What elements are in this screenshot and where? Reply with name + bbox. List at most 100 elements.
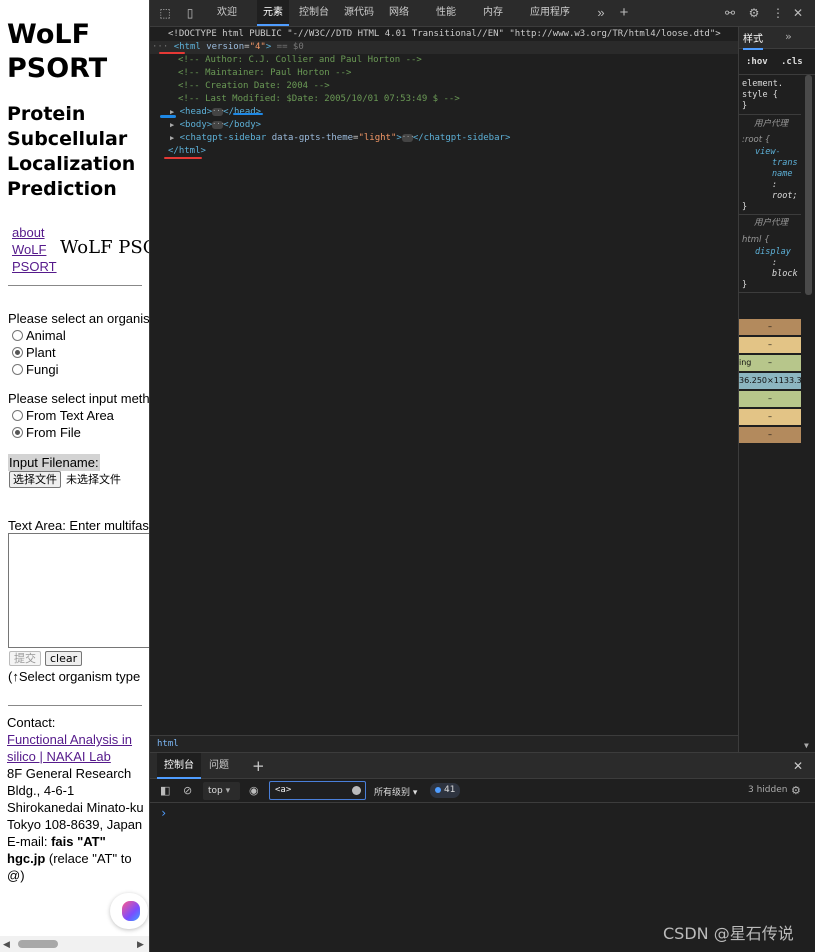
drawer-tab-issues[interactable]: 问题 xyxy=(209,753,229,779)
scrollbar-thumb[interactable] xyxy=(18,940,58,948)
body-node[interactable]: ▶ <body>···</body> xyxy=(170,119,261,132)
ai-assistant-button[interactable] xyxy=(110,893,148,929)
levels-label: 所有级别 xyxy=(374,788,411,798)
clear-filter-icon[interactable] xyxy=(352,786,361,795)
box-model-border[interactable]: – xyxy=(739,409,801,425)
css-value[interactable]: root; xyxy=(772,191,798,202)
context-value: top xyxy=(208,786,223,796)
expand-triangle-icon[interactable]: ▶ xyxy=(170,134,174,142)
radio-button[interactable] xyxy=(12,364,23,375)
console-prompt[interactable]: › xyxy=(160,806,167,820)
tab-welcome[interactable]: 欢迎 xyxy=(217,0,237,26)
console-output[interactable]: › CSDN @星石传说 xyxy=(150,803,815,952)
hover-state-toggle[interactable]: :hov xyxy=(746,57,768,67)
box-model-margin[interactable]: – xyxy=(739,427,801,443)
expand-triangle-icon[interactable]: ▶ xyxy=(170,121,174,129)
close-devtools-icon[interactable]: ✕ xyxy=(791,6,805,20)
more-options-icon[interactable]: ⋮ xyxy=(771,6,785,20)
class-toggle[interactable]: .cls xyxy=(781,57,803,67)
issues-badge[interactable]: 41 xyxy=(430,783,461,798)
sidebar-tag: <chatgpt-sidebar xyxy=(179,133,267,143)
collapsed-content-icon[interactable]: ··· xyxy=(212,120,225,129)
about-link-line[interactable]: about xyxy=(12,224,57,241)
drawer-tab-console[interactable]: 控制台 xyxy=(157,753,201,779)
box-model-padding[interactable]: ing – xyxy=(739,355,801,371)
sidebar-toggle-icon[interactable]: ◧ xyxy=(160,785,170,797)
radio-button-checked[interactable] xyxy=(12,427,23,438)
inspect-element-icon[interactable]: ⬚ xyxy=(158,6,172,20)
choose-file-button[interactable]: 选择文件 xyxy=(9,471,61,488)
radio-from-file[interactable]: From File xyxy=(12,424,81,441)
lab-link[interactable]: Functional Analysis in silico | NAKAI La… xyxy=(7,731,147,765)
sequence-textarea[interactable] xyxy=(8,533,149,648)
close-drawer-icon[interactable]: ✕ xyxy=(793,753,803,779)
about-link-line[interactable]: PSORT xyxy=(12,258,57,275)
comment-node[interactable]: <!-- Author: C.J. Collier and Paul Horto… xyxy=(178,54,422,67)
css-property[interactable]: trans xyxy=(772,158,798,169)
add-tab-icon[interactable]: + xyxy=(617,5,631,20)
about-link[interactable]: about WoLF PSORT xyxy=(12,224,57,275)
breadcrumb-item[interactable]: html xyxy=(157,739,179,749)
submit-button[interactable]: 提交 xyxy=(9,651,41,666)
doctype-text: <!DOCTYPE html PUBLIC "-//W3C//DTD HTML … xyxy=(168,29,721,39)
tab-network[interactable]: 网络 xyxy=(389,0,409,26)
styles-scrollbar[interactable]: ▼ xyxy=(801,75,815,752)
box-model-padding[interactable]: – xyxy=(739,391,801,407)
radio-button[interactable] xyxy=(12,330,23,341)
tab-performance[interactable]: 性能 xyxy=(436,0,456,26)
console-filter-input[interactable]: <a> xyxy=(269,781,366,800)
tab-elements[interactable]: 元素 xyxy=(257,0,289,26)
css-property[interactable]: name xyxy=(772,169,792,180)
tab-memory[interactable]: 内存 xyxy=(483,0,503,26)
tab-console[interactable]: 控制台 xyxy=(299,0,329,26)
connection-icon[interactable]: ⚯ xyxy=(723,6,737,20)
radio-button-checked[interactable] xyxy=(12,347,23,358)
radio-animal[interactable]: Animal xyxy=(12,327,66,344)
add-drawer-tab-icon[interactable]: + xyxy=(252,753,265,779)
context-selector[interactable]: top ▾ xyxy=(203,782,240,800)
radio-from-text-area[interactable]: From Text Area xyxy=(12,407,114,424)
radio-plant[interactable]: Plant xyxy=(12,344,56,361)
more-tabs-icon[interactable]: » xyxy=(785,30,792,43)
input-filename-label: Input Filename: xyxy=(8,454,100,471)
filter-value: <a> xyxy=(275,785,292,795)
subtitle-line: Protein xyxy=(7,103,86,125)
doctype-node[interactable]: <!DOCTYPE html PUBLIC "-//W3C//DTD HTML … xyxy=(168,28,721,41)
tab-sources[interactable]: 源代码 xyxy=(344,0,374,26)
scroll-down-icon[interactable]: ▼ xyxy=(804,741,809,750)
collapsed-content-icon[interactable]: ··· xyxy=(212,107,225,116)
radio-fungi[interactable]: Fungi xyxy=(12,361,59,378)
collapsed-content-icon[interactable]: ··· xyxy=(401,133,414,142)
radio-button[interactable] xyxy=(12,410,23,421)
css-property[interactable]: display xyxy=(755,247,791,258)
comment-node[interactable]: <!-- Creation Date: 2004 --> xyxy=(178,80,330,93)
box-model-margin[interactable]: – xyxy=(739,319,801,335)
more-tabs-icon[interactable]: » xyxy=(594,6,608,20)
about-link-line[interactable]: WoLF xyxy=(12,241,57,258)
box-model-content[interactable]: 36.250×1133.30 xyxy=(739,373,807,389)
chatgpt-sidebar-node[interactable]: ▶ <chatgpt-sidebar data-gpts-theme="ligh… xyxy=(170,132,510,145)
scroll-right-icon[interactable]: ▶ xyxy=(137,939,144,950)
clear-console-icon[interactable]: ⊘ xyxy=(183,785,192,797)
comment-node[interactable]: <!-- Maintainer: Paul Horton --> xyxy=(178,67,351,80)
css-property[interactable]: view- xyxy=(755,147,781,158)
scroll-left-icon[interactable]: ◀ xyxy=(3,939,10,950)
css-value[interactable]: block xyxy=(772,269,798,280)
live-expression-eye-icon[interactable]: ◉ xyxy=(249,785,259,797)
tab-application[interactable]: 应用程序 xyxy=(530,0,570,26)
settings-gear-icon[interactable]: ⚙ xyxy=(747,6,761,20)
breadcrumb[interactable]: html xyxy=(150,735,738,752)
console-settings-gear-icon[interactable]: ⚙ xyxy=(791,785,801,797)
page-title-line1: WoLF xyxy=(7,19,91,50)
scrollbar-thumb[interactable] xyxy=(805,75,812,295)
box-model-border[interactable]: – xyxy=(739,337,801,353)
body-close-tag: </body> xyxy=(223,120,262,130)
log-levels-dropdown[interactable]: 所有级别 ▾ xyxy=(374,785,417,798)
tab-styles[interactable]: 样式 xyxy=(743,30,763,50)
comment-node[interactable]: <!-- Last Modified: $Date: 2005/10/01 07… xyxy=(178,93,460,106)
styles-pane: 样式 » :hov .cls element. style { } 用户代理 :… xyxy=(739,27,815,752)
horizontal-scrollbar[interactable]: ◀ ▶ xyxy=(0,936,149,952)
clear-button[interactable]: clear xyxy=(45,651,83,666)
node-menu-icon[interactable]: ··· xyxy=(152,42,168,52)
device-toolbar-icon[interactable]: ▯ xyxy=(183,6,197,20)
